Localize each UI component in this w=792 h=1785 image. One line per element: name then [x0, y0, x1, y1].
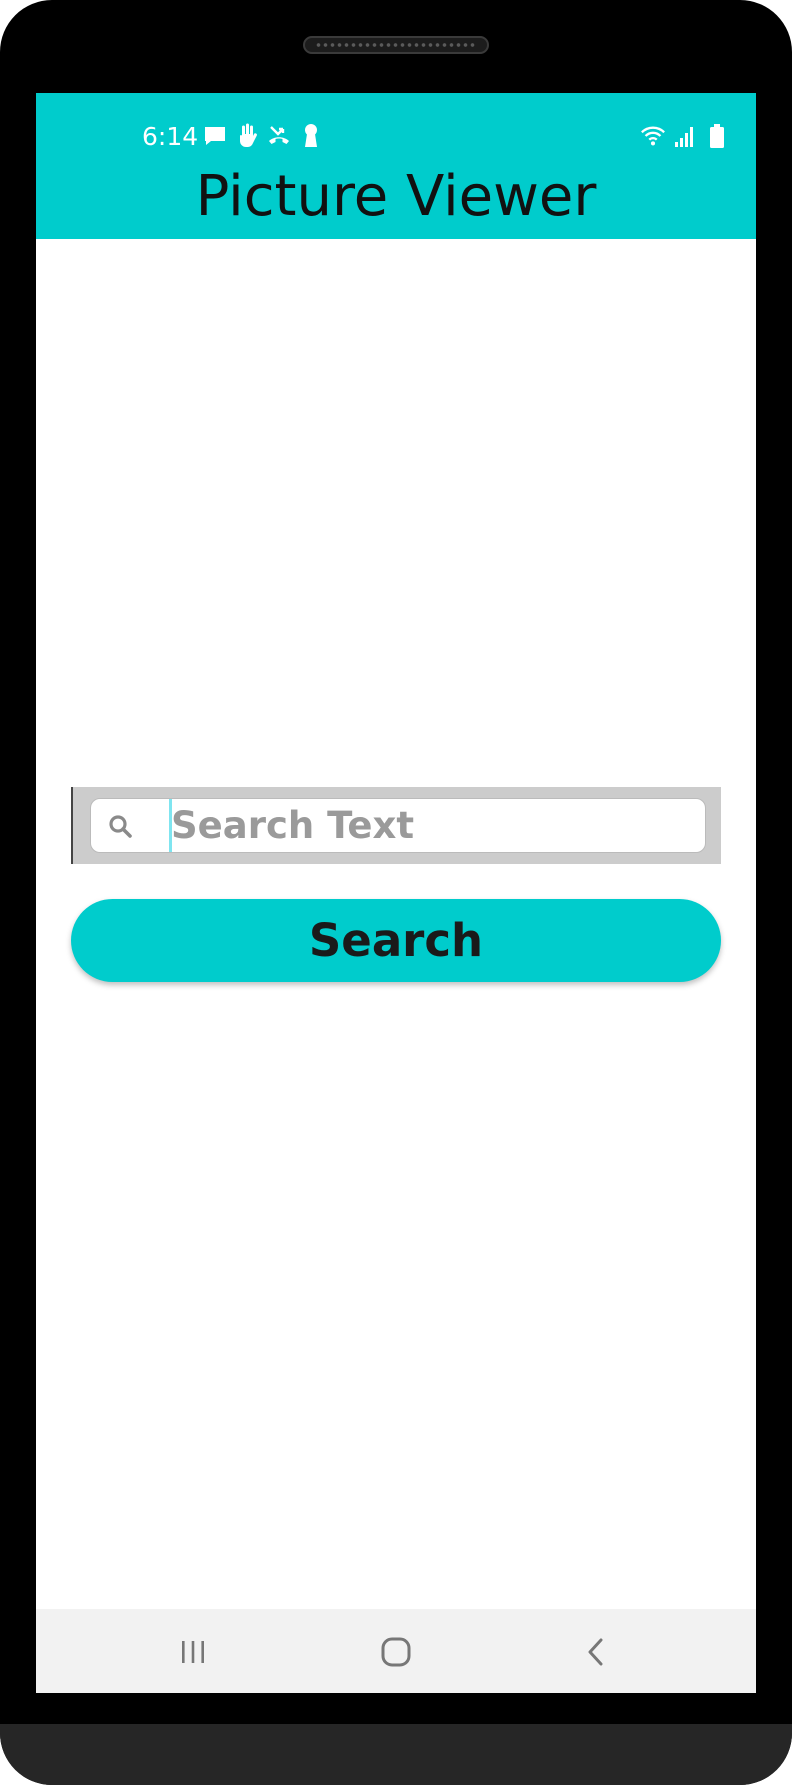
status-time: 6:14 — [142, 122, 199, 151]
app-bar: 6:14 Picture Viewer — [36, 93, 756, 239]
search-bar — [71, 787, 721, 864]
phone-chin — [0, 1724, 792, 1785]
search-field[interactable] — [90, 798, 706, 853]
wifi-icon — [640, 123, 666, 149]
app-title: Picture Viewer — [195, 164, 597, 229]
system-status-icons — [640, 123, 730, 149]
signal-icon — [672, 123, 698, 149]
missed-call-icon — [266, 123, 292, 149]
navigation-bar — [36, 1609, 756, 1693]
message-icon — [202, 123, 228, 149]
hand-icon — [234, 123, 260, 149]
battery-icon — [704, 123, 730, 149]
home-icon[interactable] — [371, 1627, 421, 1677]
phone-screen: 6:14 Picture Viewer Search Text Search — [36, 93, 756, 1693]
search-button[interactable]: Search — [71, 899, 721, 982]
notification-icons — [202, 123, 324, 149]
search-input[interactable] — [171, 799, 691, 852]
search-icon — [107, 813, 135, 841]
phone-frame: 6:14 Picture Viewer Search Text Search — [0, 0, 792, 1785]
recents-icon[interactable] — [168, 1627, 218, 1677]
keyhole-icon — [298, 123, 324, 149]
back-icon[interactable] — [571, 1627, 621, 1677]
earpiece-speaker — [303, 36, 489, 54]
